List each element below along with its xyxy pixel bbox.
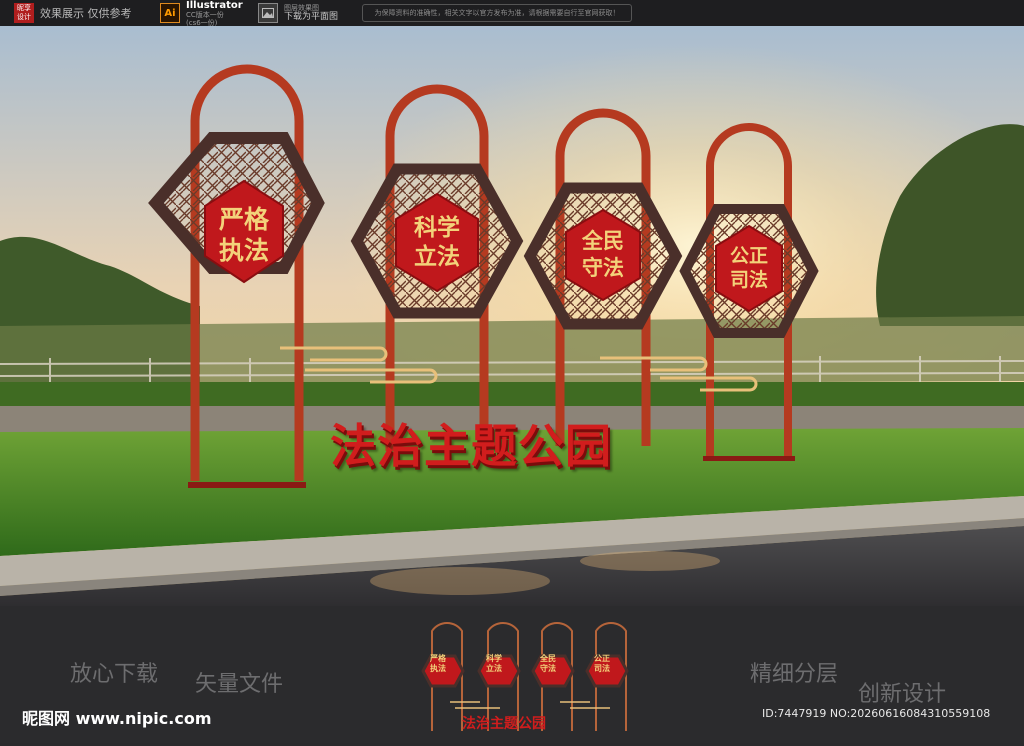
sign-3-text: 全民 守法 bbox=[567, 228, 639, 282]
image-icon bbox=[258, 3, 278, 23]
mini-sign-4: 公正 司法 bbox=[587, 654, 617, 674]
sign-4-line2: 司法 bbox=[729, 269, 768, 291]
mini-sign-1: 严格 执法 bbox=[423, 654, 453, 674]
illustrator-icon: Ai bbox=[160, 3, 180, 23]
mini-park-title: 法治主题公园 bbox=[462, 716, 546, 732]
download-note: 下载为平面图 bbox=[284, 11, 339, 22]
mini-sign-3: 全民 守法 bbox=[533, 654, 563, 674]
mini-sign-2-line1: 科学 bbox=[486, 654, 502, 663]
mini-sign-2: 科学 立法 bbox=[479, 654, 509, 674]
brand-block: 昵享设计 效果展示 仅供参考 bbox=[14, 0, 132, 26]
mini-sign-1-line1: 严格 bbox=[430, 654, 446, 663]
sign-1-line1: 严格 bbox=[218, 205, 269, 234]
scene-illustration bbox=[0, 26, 1024, 606]
image-id-line: ID:7447919 NO:20260616084310559108 bbox=[762, 707, 991, 720]
watermark-left-2: 矢量文件 bbox=[195, 672, 284, 697]
sign-3-line1: 全民 bbox=[582, 229, 624, 253]
watermark-right-1: 精细分层 bbox=[750, 662, 839, 687]
park-title: 法治主题公园 bbox=[330, 419, 612, 473]
mini-sign-4-line1: 公正 bbox=[594, 654, 610, 663]
render-scene: 严格 执法 科学 立法 全民 守法 公正 司法 法治主题公园 bbox=[0, 26, 1024, 606]
software-sub1: CC版本一份 bbox=[186, 10, 224, 19]
software-block: Ai Illustrator CC版本一份 (cs6一份) bbox=[160, 0, 243, 27]
mini-sign-4-line2: 司法 bbox=[594, 664, 610, 673]
sign-1-line2: 执法 bbox=[218, 236, 269, 265]
mini-sign-2-line2: 立法 bbox=[486, 664, 502, 673]
sign-3-line2: 守法 bbox=[582, 256, 624, 280]
mini-sign-1-line2: 执法 bbox=[430, 664, 446, 673]
sign-4-line1: 公正 bbox=[729, 245, 768, 267]
sign-1-text: 严格 执法 bbox=[205, 204, 283, 266]
top-bar: 昵享设计 效果展示 仅供参考 Ai Illustrator CC版本一份 (cs… bbox=[0, 0, 1024, 27]
site-brand[interactable]: 昵图网 www.nipic.com bbox=[22, 705, 212, 729]
image-block: 图层效果图 下载为平面图 bbox=[258, 0, 338, 26]
effect-note: 效果展示 仅供参考 bbox=[40, 7, 132, 20]
watermark-right-2: 创新设计 bbox=[858, 682, 947, 707]
mini-sign-3-line1: 全民 bbox=[540, 654, 556, 663]
watermark-left-1: 放心下载 bbox=[70, 662, 159, 687]
sign-2-line1: 科学 bbox=[414, 215, 460, 241]
notice-box: 为保障资料的准确性，相关文字以官方发布为准，请根据需要自行至官网获取！ bbox=[362, 4, 632, 22]
image-sub: 图层效果图 bbox=[284, 3, 319, 12]
software-name: Illustrator bbox=[186, 0, 243, 11]
sign-4-text: 公正 司法 bbox=[717, 244, 781, 292]
brand-logo: 昵享设计 bbox=[14, 3, 34, 23]
sign-2-text: 科学 立法 bbox=[398, 214, 476, 272]
sign-2-line2: 立法 bbox=[414, 244, 460, 270]
mini-sign-3-line2: 守法 bbox=[540, 664, 556, 673]
